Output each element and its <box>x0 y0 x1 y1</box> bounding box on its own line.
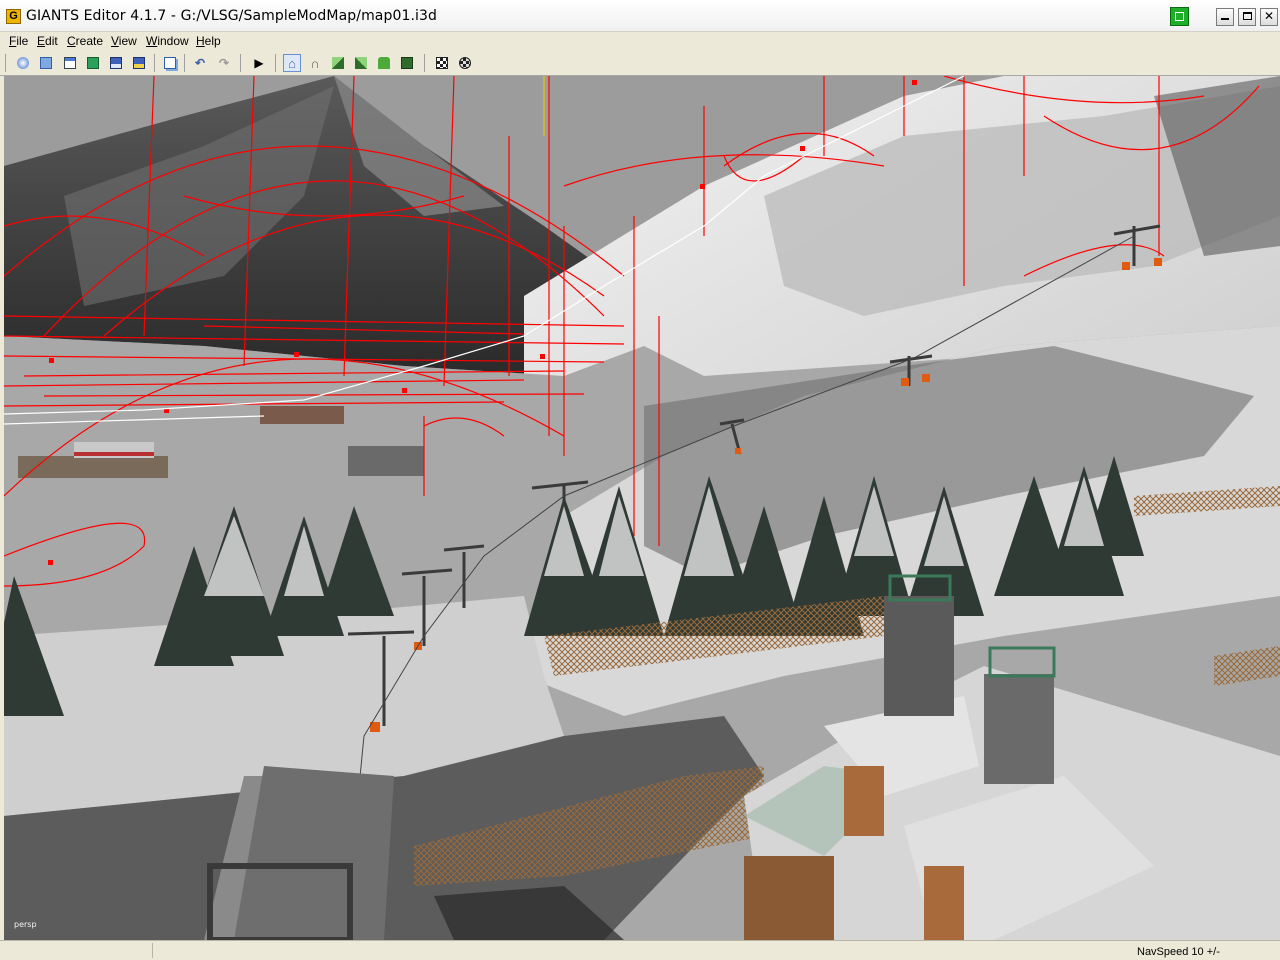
maximize-button[interactable] <box>1238 8 1256 26</box>
main-toolbar: ↶ ↷ ▶ ⌂ ∩ <box>0 50 1280 76</box>
lodge-wall <box>744 856 834 940</box>
lodge-window <box>844 766 884 836</box>
undo-button[interactable]: ↶ <box>191 54 209 72</box>
menu-create[interactable]: Create <box>67 34 103 48</box>
giants-app-icon: G <box>6 9 21 24</box>
play-button[interactable]: ▶ <box>250 54 268 72</box>
save-as-icon <box>133 57 145 69</box>
import-button[interactable] <box>61 54 79 72</box>
green-status-icon[interactable] <box>1170 7 1189 26</box>
bake-button[interactable] <box>433 54 451 72</box>
new-scene-button[interactable] <box>14 54 32 72</box>
menu-view-label: iew <box>118 34 137 48</box>
status-cell-left <box>0 943 153 958</box>
menu-window[interactable]: Window <box>146 34 189 48</box>
toolbar-separator <box>184 54 185 72</box>
new-scene-icon <box>17 57 29 69</box>
reload-icon <box>87 57 99 69</box>
status-bar: NavSpeed 10 +/- <box>0 940 1280 960</box>
menu-file[interactable]: File <box>9 34 28 48</box>
menu-create-mnemonic: C <box>67 34 76 48</box>
camera-label: persp <box>14 920 37 929</box>
lodge-window-2 <box>924 866 964 940</box>
close-icon: ✕ <box>1263 9 1275 23</box>
toolbar-separator <box>275 54 276 72</box>
foliage-paint-icon <box>378 57 390 69</box>
menu-help-label: elp <box>204 34 221 48</box>
menu-edit-label: dit <box>45 34 58 48</box>
menu-edit-mnemonic: E <box>37 34 46 48</box>
foliage-paint-button[interactable] <box>375 54 393 72</box>
window-title: GIANTS Editor 4.1.7 - G:/VLSG/SampleModM… <box>26 8 438 24</box>
scene-render <box>4 76 1280 940</box>
magnet-button[interactable]: ∩ <box>306 54 324 72</box>
toolbar-separator <box>240 54 241 72</box>
nav-speed-indicator: NavSpeed 10 +/- <box>1137 946 1220 958</box>
reload-button[interactable] <box>84 54 102 72</box>
menu-window-label: indow <box>157 34 189 48</box>
redo-icon: ↷ <box>218 56 230 70</box>
menu-help[interactable]: Help <box>196 34 221 48</box>
bake-icon <box>436 57 448 69</box>
copy-icon <box>164 57 176 69</box>
toolbar-separator <box>154 54 155 72</box>
minimize-icon <box>1221 18 1229 20</box>
home-view-icon: ⌂ <box>288 55 296 71</box>
title-bar: G GIANTS Editor 4.1.7 - G:/VLSG/SampleMo… <box>0 0 1280 32</box>
menu-file-label: ile <box>16 34 29 48</box>
boat-hull <box>18 456 168 478</box>
save-as-button[interactable] <box>130 54 148 72</box>
menu-view-mnemonic: V <box>111 34 119 48</box>
maximize-icon <box>1242 12 1252 20</box>
menu-window-mnemonic: W <box>146 34 158 48</box>
settings-button[interactable] <box>456 54 474 72</box>
terrain-sculpt-button[interactable] <box>329 54 347 72</box>
redo-button[interactable]: ↷ <box>215 54 233 72</box>
import-icon <box>64 57 76 69</box>
copy-button[interactable] <box>161 54 179 72</box>
menu-create-label: reate <box>75 34 104 48</box>
valley-building <box>348 446 424 476</box>
settings-icon <box>459 57 471 69</box>
terrain-sculpt-icon <box>332 57 344 69</box>
chimney-left <box>884 596 954 716</box>
chimney-right <box>984 674 1054 784</box>
save-icon <box>110 57 122 69</box>
menu-edit[interactable]: Edit <box>37 34 58 48</box>
toolbar-separator <box>424 54 425 72</box>
object-place-button[interactable] <box>398 54 416 72</box>
valley-hut <box>260 406 344 424</box>
minimize-button[interactable] <box>1216 8 1234 26</box>
open-icon <box>40 57 52 69</box>
undo-icon: ↶ <box>194 56 206 70</box>
object-place-icon <box>401 57 413 69</box>
menu-bar: File Edit Create View Window Help <box>0 32 1280 50</box>
save-button[interactable] <box>107 54 125 72</box>
menu-help-mnemonic: H <box>196 34 205 48</box>
boat-stripe <box>74 452 154 456</box>
close-button[interactable]: ✕ <box>1260 8 1278 26</box>
terrain-paint-button[interactable] <box>352 54 370 72</box>
home-view-button[interactable]: ⌂ <box>283 54 301 72</box>
terrain-paint-icon <box>355 57 367 69</box>
open-button[interactable] <box>37 54 55 72</box>
magnet-icon: ∩ <box>310 55 320 71</box>
menu-view[interactable]: View <box>111 34 137 48</box>
play-icon: ▶ <box>254 56 264 70</box>
toolbar-grip <box>5 54 6 72</box>
3d-viewport[interactable] <box>4 76 1280 940</box>
